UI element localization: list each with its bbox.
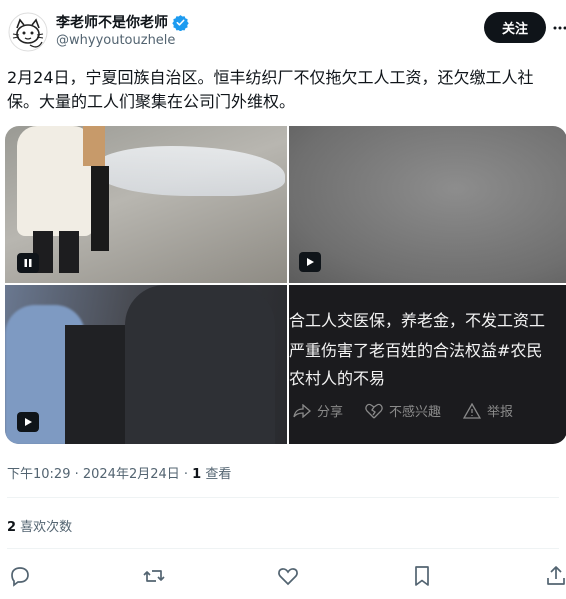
video-thumbnail-3[interactable] bbox=[5, 285, 287, 444]
divider bbox=[7, 497, 559, 498]
tweet-text-line: 保。大量的工人们聚集在公司门外维权。 bbox=[7, 92, 296, 111]
pause-icon[interactable] bbox=[17, 253, 39, 273]
display-name[interactable]: 李老师不是你老师 bbox=[56, 12, 168, 32]
reply-icon[interactable] bbox=[8, 564, 32, 588]
likes-stat[interactable]: 2 喜欢次数 bbox=[7, 516, 72, 535]
person-figure bbox=[125, 285, 275, 444]
share-icon[interactable] bbox=[544, 564, 566, 588]
more-options-icon[interactable] bbox=[552, 20, 566, 36]
verified-badge-icon bbox=[172, 14, 189, 31]
person-legs bbox=[59, 231, 79, 273]
video-share-label: 分享 bbox=[317, 405, 344, 420]
tweet-timestamp[interactable]: 下午10:29 · 2024年2月24日 · bbox=[7, 467, 192, 482]
tweet-actions bbox=[0, 562, 566, 592]
tweet-text: 2月24日，宁夏回族自治区。恒丰纺织厂不仅拖欠工人工资，还欠缴工人社 保。大量的… bbox=[7, 66, 559, 114]
video-caption-line: 合工人交医保，养老金，不发工资工 bbox=[289, 311, 546, 330]
play-icon[interactable] bbox=[17, 412, 39, 432]
person-figure bbox=[83, 126, 105, 166]
video-overlay-actions: 分享 不感兴趣 举报 bbox=[293, 401, 513, 420]
video-caption-line: 农村人的不易 bbox=[289, 369, 386, 388]
retweet-icon[interactable] bbox=[142, 564, 166, 588]
bookmark-icon[interactable] bbox=[410, 564, 434, 588]
video-thumbnail-2[interactable] bbox=[289, 126, 566, 283]
user-handle[interactable]: @whyyoutouzhele bbox=[56, 33, 175, 48]
tweet-text-line: 2月24日，宁夏回族自治区。恒丰纺织厂不仅拖欠工人工资，还欠缴工人社 bbox=[7, 68, 534, 87]
share-arrow-icon bbox=[293, 403, 311, 418]
video-caption-line: 严重伤害了老百姓的合法权益#农民 bbox=[289, 341, 543, 360]
tweet-header: 李老师不是你老师 @whyyoutouzhele 关注 bbox=[8, 10, 566, 54]
views-count: 1 bbox=[192, 467, 202, 482]
video-report-label: 举报 bbox=[487, 405, 514, 420]
name-row[interactable]: 李老师不是你老师 bbox=[56, 12, 189, 32]
follow-button[interactable]: 关注 bbox=[484, 12, 546, 43]
tweet-meta: 下午10:29 · 2024年2月24日 · 1 查看 bbox=[7, 463, 231, 482]
likes-label: 喜欢次数 bbox=[16, 520, 73, 535]
person-figure bbox=[17, 126, 93, 236]
divider bbox=[7, 548, 559, 549]
warning-icon bbox=[463, 402, 482, 419]
snow-patch bbox=[95, 146, 285, 196]
like-heart-icon[interactable] bbox=[276, 564, 300, 588]
avatar[interactable] bbox=[8, 12, 48, 52]
video-not-interested: 不感兴趣 bbox=[365, 401, 441, 420]
video-not-interested-label: 不感兴趣 bbox=[389, 405, 442, 420]
video-thumbnail-1[interactable] bbox=[5, 126, 287, 283]
broken-heart-icon bbox=[365, 403, 383, 418]
person-legs bbox=[91, 166, 109, 251]
person-figure bbox=[65, 325, 125, 444]
video-thumbnail-4[interactable]: 合工人交医保，养老金，不发工资工 严重伤害了老百姓的合法权益#农民 农村人的不易… bbox=[289, 285, 566, 444]
likes-count: 2 bbox=[7, 520, 17, 535]
views-label: 查看 bbox=[201, 467, 232, 482]
video-report: 举报 bbox=[463, 401, 513, 420]
video-share: 分享 bbox=[293, 401, 343, 420]
media-grid: 合工人交医保，养老金，不发工资工 严重伤害了老百姓的合法权益#农民 农村人的不易… bbox=[5, 126, 566, 444]
play-icon[interactable] bbox=[299, 252, 321, 272]
